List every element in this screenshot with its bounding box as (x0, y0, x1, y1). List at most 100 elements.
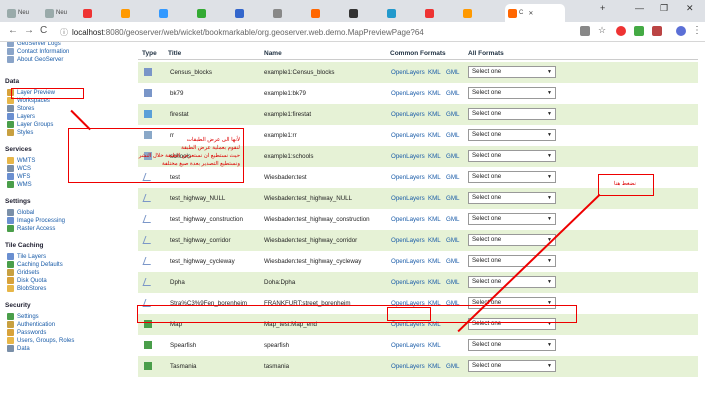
format-link-gml[interactable]: GML (446, 195, 459, 202)
sidebar-item[interactable]: Styles (7, 129, 33, 136)
all-formats-select[interactable]: Select one▼ (468, 87, 556, 99)
format-link-gml[interactable]: GML (446, 258, 459, 265)
sidebar-item[interactable]: WCS (7, 165, 31, 172)
format-link-kml[interactable]: KML (428, 195, 441, 202)
active-tab[interactable]: C ✕ (505, 4, 565, 22)
format-link-gml[interactable]: GML (446, 90, 459, 97)
sidebar-item[interactable]: Global (7, 209, 34, 216)
format-link-kml[interactable]: KML (428, 279, 441, 286)
close-tab-icon[interactable]: ✕ (528, 10, 533, 17)
all-formats-select[interactable]: Select one▼ (468, 66, 556, 78)
extension-green-icon[interactable] (634, 26, 644, 36)
format-link-gml[interactable]: GML (446, 279, 459, 286)
format-link-openlayers[interactable]: OpenLayers (391, 342, 425, 349)
format-link-openlayers[interactable]: OpenLayers (391, 153, 425, 160)
menu-kebab-icon[interactable]: ⋮ (692, 25, 702, 36)
format-link-gml[interactable]: GML (446, 237, 459, 244)
all-formats-select[interactable]: Select one▼ (468, 360, 556, 372)
sidebar-item[interactable]: Authentication (7, 321, 55, 328)
format-link-gml[interactable]: GML (446, 111, 459, 118)
translate-icon[interactable] (580, 26, 590, 36)
all-formats-select[interactable]: Select one▼ (468, 213, 556, 225)
format-link-kml[interactable]: KML (428, 69, 441, 76)
format-link-openlayers[interactable]: OpenLayers (391, 195, 425, 202)
format-link-kml[interactable]: KML (428, 342, 441, 349)
sidebar-item[interactable]: Image Processing (7, 217, 65, 224)
format-link-openlayers[interactable]: OpenLayers (391, 258, 425, 265)
all-formats-select[interactable]: Select one▼ (468, 129, 556, 141)
browser-tab[interactable] (346, 4, 382, 22)
format-link-gml[interactable]: GML (446, 132, 459, 139)
browser-tab[interactable] (270, 4, 306, 22)
browser-tab[interactable] (308, 4, 344, 22)
format-link-openlayers[interactable]: OpenLayers (391, 279, 425, 286)
sidebar-item[interactable]: Layer Groups (7, 121, 53, 128)
sidebar-item[interactable]: Settings (7, 313, 39, 320)
format-link-kml[interactable]: KML (428, 258, 441, 265)
browser-tab[interactable] (232, 4, 268, 22)
format-link-openlayers[interactable]: OpenLayers (391, 111, 425, 118)
maximize-button[interactable]: ❐ (660, 3, 668, 14)
format-link-openlayers[interactable]: OpenLayers (391, 237, 425, 244)
format-link-kml[interactable]: KML (428, 132, 441, 139)
format-link-kml[interactable]: KML (428, 174, 441, 181)
reload-icon[interactable]: C (40, 25, 47, 36)
format-link-openlayers[interactable]: OpenLayers (391, 69, 425, 76)
sidebar-item[interactable]: Data (7, 345, 30, 352)
all-formats-select[interactable]: Select one▼ (468, 255, 556, 267)
back-icon[interactable]: ← (8, 25, 18, 36)
sidebar-top-item[interactable]: GeoServer Logs (7, 42, 61, 47)
format-link-kml[interactable]: KML (428, 153, 441, 160)
address-bar[interactable]: ⓘ localhost :8080/geoserver/web/wicket/b… (60, 25, 560, 39)
browser-tab[interactable] (118, 4, 154, 22)
browser-tab[interactable]: Neu (42, 4, 78, 22)
sidebar-top-item[interactable]: Contact Information (7, 48, 69, 55)
format-link-kml[interactable]: KML (428, 90, 441, 97)
browser-tab[interactable] (384, 4, 420, 22)
all-formats-select[interactable]: Select one▼ (468, 150, 556, 162)
format-link-gml[interactable]: GML (446, 69, 459, 76)
browser-tab[interactable] (460, 4, 496, 22)
sidebar-item[interactable]: Gridsets (7, 269, 39, 276)
sidebar-item[interactable]: Passwords (7, 329, 46, 336)
sidebar-item[interactable]: BlobStores (7, 285, 46, 292)
sidebar-item[interactable]: Caching Defaults (7, 261, 63, 268)
sidebar-item[interactable]: Users, Groups, Roles (7, 337, 74, 344)
format-link-gml[interactable]: GML (446, 153, 459, 160)
sidebar-item[interactable]: Layers (7, 113, 35, 120)
sidebar-top-item[interactable]: About GeoServer (7, 56, 63, 63)
sidebar-item[interactable]: Raster Access (7, 225, 55, 232)
all-formats-select[interactable]: Select one▼ (468, 192, 556, 204)
format-link-gml[interactable]: GML (446, 216, 459, 223)
format-link-openlayers[interactable]: OpenLayers (391, 132, 425, 139)
browser-tab[interactable] (194, 4, 230, 22)
bookmark-star-icon[interactable]: ☆ (598, 25, 606, 36)
sidebar-item[interactable]: WMTS (7, 157, 35, 164)
forward-icon[interactable]: → (24, 25, 34, 36)
format-link-openlayers[interactable]: OpenLayers (391, 90, 425, 97)
format-link-gml[interactable]: GML (446, 174, 459, 181)
format-link-kml[interactable]: KML (428, 111, 441, 118)
format-link-openlayers[interactable]: OpenLayers (391, 363, 425, 370)
format-link-kml[interactable]: KML (428, 237, 441, 244)
format-link-kml[interactable]: KML (428, 216, 441, 223)
all-formats-select[interactable]: Select one▼ (468, 339, 556, 351)
all-formats-select[interactable]: Select one▼ (468, 171, 556, 183)
browser-tab[interactable] (156, 4, 192, 22)
sidebar-item[interactable]: WFS (7, 173, 30, 180)
minimize-button[interactable]: — (635, 3, 644, 13)
format-link-openlayers[interactable]: OpenLayers (391, 174, 425, 181)
browser-tab[interactable] (80, 4, 116, 22)
all-formats-select[interactable]: Select one▼ (468, 108, 556, 120)
sidebar-item[interactable]: Tile Layers (7, 253, 46, 260)
format-link-gml[interactable]: GML (446, 363, 459, 370)
format-link-kml[interactable]: KML (428, 363, 441, 370)
browser-tab[interactable] (422, 4, 458, 22)
sidebar-item[interactable]: Stores (7, 105, 34, 112)
extension-red-icon[interactable] (616, 26, 626, 36)
new-tab-button[interactable]: + (600, 3, 605, 13)
sidebar-item[interactable]: Disk Quota (7, 277, 47, 284)
all-formats-select[interactable]: Select one▼ (468, 234, 556, 246)
close-window-button[interactable]: ✕ (686, 3, 694, 14)
extension-shield-icon[interactable] (652, 26, 662, 36)
